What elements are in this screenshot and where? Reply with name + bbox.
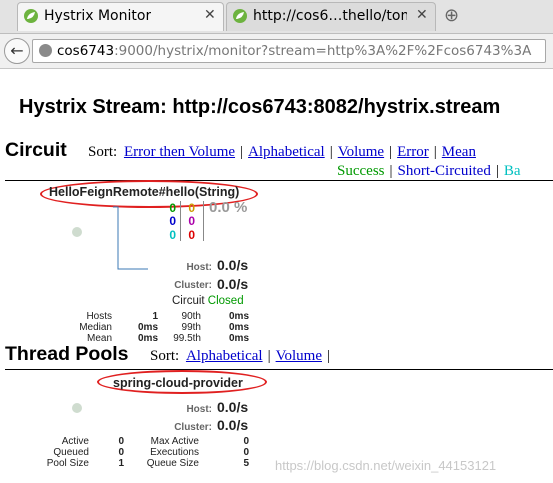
- threadpool-health-bubble: [72, 403, 82, 413]
- close-tab-icon[interactable]: ✕: [416, 7, 428, 23]
- count-timeout: 0: [188, 201, 195, 215]
- stat-value: 0ms: [228, 322, 249, 333]
- legend-success: Success: [337, 163, 385, 179]
- stat-value: 0: [243, 447, 249, 458]
- count-short-circuited: 0: [169, 214, 176, 228]
- stat-label: Queued: [53, 447, 89, 458]
- tab-hystrix-monitor[interactable]: Hystrix Monitor ✕: [17, 2, 224, 31]
- sort-label: Sort:: [150, 348, 180, 364]
- circuit-status-text: Circuit Closed: [172, 295, 244, 307]
- circuit-stats-table: Hosts 1 90th 0ms Median 0ms 99th 0ms Mea…: [60, 310, 255, 342]
- watermark: https://blog.csdn.net/weixin_44153121: [275, 458, 497, 473]
- legend-short-circuited: Short-Circuited: [397, 163, 491, 179]
- circuit-heading: Circuit: [5, 139, 67, 161]
- threadpool-sort-bar: Sort: Alphabetical | Volume |: [150, 348, 331, 364]
- stat-label: 90th: [181, 311, 201, 322]
- host-label: Host:: [186, 404, 212, 415]
- stat-value: 0ms: [137, 322, 158, 333]
- circuit-divider: [5, 180, 553, 181]
- stat-value: 0ms: [228, 333, 249, 342]
- count-failure: 0: [188, 228, 195, 242]
- stat-value: 1: [118, 458, 124, 469]
- cluster-label: Cluster:: [174, 280, 212, 291]
- stat-label: 99.5th: [173, 333, 201, 342]
- circuit-status: Closed: [207, 295, 244, 307]
- spring-leaf-icon: [233, 9, 247, 23]
- sort-mean-link[interactable]: Mean: [442, 144, 476, 160]
- stat-label: Executions: [150, 447, 199, 458]
- cluster-rate: 0.0/s: [217, 276, 249, 292]
- stat-value: 0: [118, 436, 124, 447]
- stat-label: Queue Size: [146, 458, 199, 469]
- threadpool-stats-table: Active 0 Max Active 0 Queued 0 Execution…: [30, 435, 255, 475]
- stat-value: 1: [152, 311, 158, 322]
- count-bad-request: 0: [169, 228, 176, 242]
- circuit-label: Circuit: [172, 295, 205, 307]
- legend-bad-request: Ba: [503, 163, 521, 179]
- url-host: cos6743: [57, 43, 115, 59]
- sort-volume-link[interactable]: Volume: [338, 144, 384, 160]
- threadpool-divider: [5, 369, 553, 370]
- stat-value: 0: [243, 436, 249, 447]
- sort-error-then-volume-link[interactable]: Error then Volume: [124, 144, 235, 160]
- tab-title: http://cos6…thello/tom: [253, 8, 407, 24]
- sort-label: Sort:: [88, 144, 118, 160]
- back-button[interactable]: ←: [4, 38, 30, 64]
- stat-value: 0ms: [137, 333, 158, 342]
- sort-volume-link[interactable]: Volume: [276, 348, 322, 364]
- tab-title: Hystrix Monitor: [44, 8, 152, 24]
- cluster-rate: 0.0/s: [217, 417, 249, 433]
- count-rejected: 0: [188, 214, 195, 228]
- stat-label: Median: [79, 322, 112, 333]
- page-title: Hystrix Stream: http://cos6743:8082/hyst…: [19, 96, 501, 118]
- new-tab-icon[interactable]: ⊕: [444, 5, 459, 26]
- stat-label: 99th: [181, 322, 201, 333]
- sparkline: [113, 206, 148, 270]
- stat-value: 5: [243, 458, 249, 469]
- host-rate: 0.0/s: [217, 257, 249, 273]
- stat-label: Mean: [86, 333, 112, 342]
- stat-value: 0ms: [228, 311, 249, 322]
- stat-label: Hosts: [86, 311, 112, 322]
- host-rate: 0.0/s: [217, 399, 249, 415]
- count-success: 0: [169, 201, 176, 215]
- stat-label: Pool Size: [46, 458, 89, 469]
- thread-pools-heading: Thread Pools: [5, 343, 129, 365]
- url-text[interactable]: cos6743:9000/hystrix/monitor?stream=http…: [57, 43, 542, 59]
- circuit-name: HelloFeignRemote#hello(String): [49, 185, 240, 199]
- tab-hello-tom[interactable]: http://cos6…thello/tom ✕: [226, 2, 436, 31]
- close-tab-icon[interactable]: ✕: [204, 7, 216, 23]
- sort-alphabetical-link[interactable]: Alphabetical: [186, 348, 263, 364]
- error-percentage: 0.0 %: [209, 199, 248, 216]
- threadpool-name: spring-cloud-provider: [113, 376, 243, 390]
- circuit-status-legend: Success | Short-Circuited | Ba: [337, 163, 521, 179]
- globe-icon: [39, 44, 52, 57]
- spring-leaf-icon: [24, 9, 38, 23]
- sort-alphabetical-link[interactable]: Alphabetical: [248, 144, 325, 160]
- cluster-label: Cluster:: [174, 422, 212, 433]
- host-label: Host:: [186, 262, 212, 273]
- stat-value: 0: [118, 447, 124, 458]
- count-divider-left: [180, 201, 181, 241]
- stat-label: Max Active: [150, 436, 199, 447]
- url-path: :9000/hystrix/monitor?stream=http%3A%2F%…: [114, 43, 532, 59]
- circuit-health-bubble: [72, 227, 82, 237]
- stat-label: Active: [61, 436, 89, 447]
- count-divider-right: [203, 201, 204, 241]
- sort-error-link[interactable]: Error: [397, 144, 429, 160]
- circuit-sort-bar: Sort: Error then Volume | Alphabetical | Vol…: [88, 144, 476, 160]
